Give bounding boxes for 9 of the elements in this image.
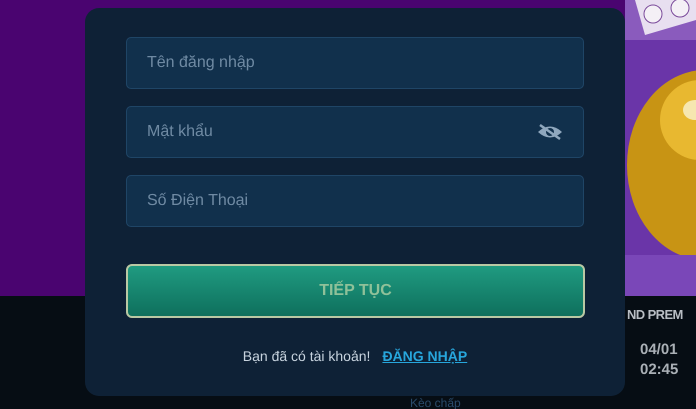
- match-time: 02:45: [640, 360, 678, 380]
- password-field[interactable]: Mật khẩu: [126, 106, 584, 158]
- input-field[interactable]: Tên đăng nhập: [126, 37, 584, 89]
- section-title: ND PREM: [627, 306, 683, 324]
- hide-password-icon[interactable]: [536, 123, 564, 141]
- login-prompt: Bạn đã có tài khoản!: [242, 348, 370, 364]
- match-date: 04/01: [640, 340, 678, 360]
- login-link[interactable]: ĐĂNG NHẬP: [382, 348, 468, 364]
- input-field[interactable]: Số Điện Thoại: [126, 175, 584, 227]
